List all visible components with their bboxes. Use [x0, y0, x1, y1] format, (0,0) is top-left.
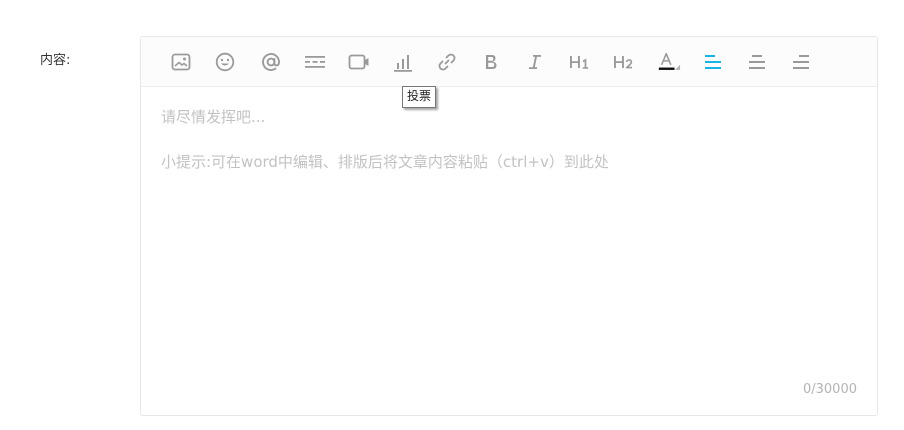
- content-form-row: 内容: 请尽情发挥吧... 小提示:可在word中编辑、排版后将文章内容粘贴（c…: [0, 0, 904, 430]
- video-icon: [348, 54, 369, 70]
- smiley-icon: [215, 52, 235, 72]
- insert-divider-button[interactable]: [303, 50, 327, 74]
- at-sign-icon: [262, 53, 280, 71]
- heading-1-icon: [570, 56, 589, 69]
- character-counter: 0/30000: [802, 382, 857, 397]
- editor-toolbar: [141, 37, 877, 87]
- paste-tip: 小提示:可在word中编辑、排版后将文章内容粘贴（ctrl+v）到此处: [161, 153, 609, 171]
- insert-vote-button[interactable]: [391, 50, 415, 74]
- italic-icon: [529, 55, 541, 69]
- editor-placeholder: 请尽情发挥吧...: [161, 108, 266, 126]
- font-color-button[interactable]: [657, 50, 681, 74]
- horizontal-rule-icon: [305, 56, 325, 68]
- link-icon: [438, 53, 456, 71]
- italic-button[interactable]: [523, 50, 547, 74]
- image-icon: [171, 53, 191, 71]
- align-right-button[interactable]: [789, 50, 813, 74]
- bold-button[interactable]: [479, 50, 503, 74]
- insert-image-button[interactable]: [169, 50, 193, 74]
- align-left-button[interactable]: [701, 50, 725, 74]
- editor-content-area[interactable]: 请尽情发挥吧... 小提示:可在word中编辑、排版后将文章内容粘贴（ctrl+…: [161, 107, 851, 367]
- align-center-button[interactable]: [745, 50, 769, 74]
- bar-chart-icon: [394, 55, 412, 72]
- insert-link-button[interactable]: [435, 50, 459, 74]
- rich-text-editor: 请尽情发挥吧... 小提示:可在word中编辑、排版后将文章内容粘贴（ctrl+…: [140, 36, 878, 416]
- align-left-icon: [705, 55, 721, 69]
- vote-tooltip: 投票: [402, 86, 437, 108]
- heading-2-icon: [614, 56, 633, 69]
- mention-button[interactable]: [259, 50, 283, 74]
- heading-2-button[interactable]: [611, 50, 635, 74]
- insert-emoji-button[interactable]: [213, 50, 237, 74]
- align-center-icon: [749, 55, 765, 69]
- font-color-icon: [658, 52, 681, 70]
- content-label: 内容:: [40, 53, 71, 68]
- align-right-icon: [793, 55, 809, 69]
- heading-1-button[interactable]: [567, 50, 591, 74]
- bold-icon: [486, 55, 497, 69]
- insert-video-button[interactable]: [347, 50, 371, 74]
